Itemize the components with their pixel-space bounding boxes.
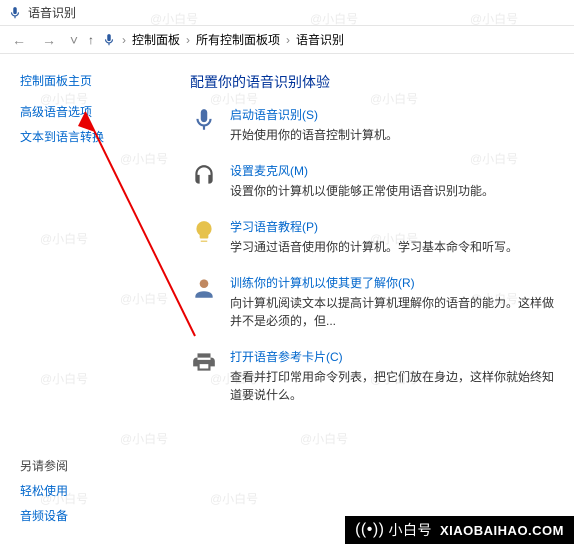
link-setup-mic[interactable]: 设置麦克风(M): [230, 162, 494, 179]
sidebar-see-also-title: 另请参阅: [20, 457, 170, 474]
user-train-icon: [190, 274, 218, 302]
sidebar-home-link[interactable]: 控制面板主页: [20, 72, 170, 89]
desc-train: 向计算机阅读文本以提高计算机理解你的语音的能力。这样做并不是必须的，但...: [230, 294, 560, 330]
watermark-bar: ((•))小白号 XIAOBAIHAO.COM: [345, 516, 574, 544]
nav-back-button[interactable]: ←: [8, 29, 30, 51]
microphone-start-icon: [190, 106, 218, 134]
link-train[interactable]: 训练你的计算机以使其更了解你(R): [230, 274, 560, 291]
breadcrumb-leaf[interactable]: 语音识别: [296, 31, 344, 48]
sidebar-see-also-ease[interactable]: 轻松使用: [20, 482, 170, 499]
breadcrumb-sub[interactable]: 所有控制面板项: [196, 31, 280, 48]
window-title: 语音识别: [28, 4, 76, 21]
link-start-speech[interactable]: 启动语音识别(S): [230, 106, 398, 123]
desc-ref-card: 查看并打印常用命令列表，把它们放在身边，这样你就始终知道要说什么。: [230, 368, 560, 404]
printer-icon: [190, 348, 218, 376]
microphone-icon: [102, 33, 116, 47]
lightbulb-icon: [190, 218, 218, 246]
sidebar-link-advanced[interactable]: 高级语音选项: [20, 103, 170, 120]
sidebar-link-tts[interactable]: 文本到语言转换: [20, 128, 170, 145]
desc-setup-mic: 设置你的计算机以便能够正常使用语音识别功能。: [230, 182, 494, 200]
link-tutorial[interactable]: 学习语音教程(P): [230, 218, 518, 235]
main-heading: 配置你的语音识别体验: [190, 72, 564, 92]
breadcrumb-root[interactable]: 控制面板: [132, 31, 180, 48]
sidebar-see-also-audio[interactable]: 音频设备: [20, 507, 170, 524]
desc-start-speech: 开始使用你的语音控制计算机。: [230, 126, 398, 144]
nav-up-button[interactable]: ↑: [88, 33, 94, 47]
nav-recent-dropdown[interactable]: ˅: [68, 29, 80, 51]
desc-tutorial: 学习通过语音使用你的计算机。学习基本命令和听写。: [230, 238, 518, 256]
microphone-icon: [8, 6, 22, 20]
headset-icon: [190, 162, 218, 190]
breadcrumb[interactable]: › 控制面板 › 所有控制面板项 › 语音识别: [102, 31, 344, 48]
link-ref-card[interactable]: 打开语音参考卡片(C): [230, 348, 560, 365]
nav-forward-button[interactable]: →: [38, 29, 60, 51]
